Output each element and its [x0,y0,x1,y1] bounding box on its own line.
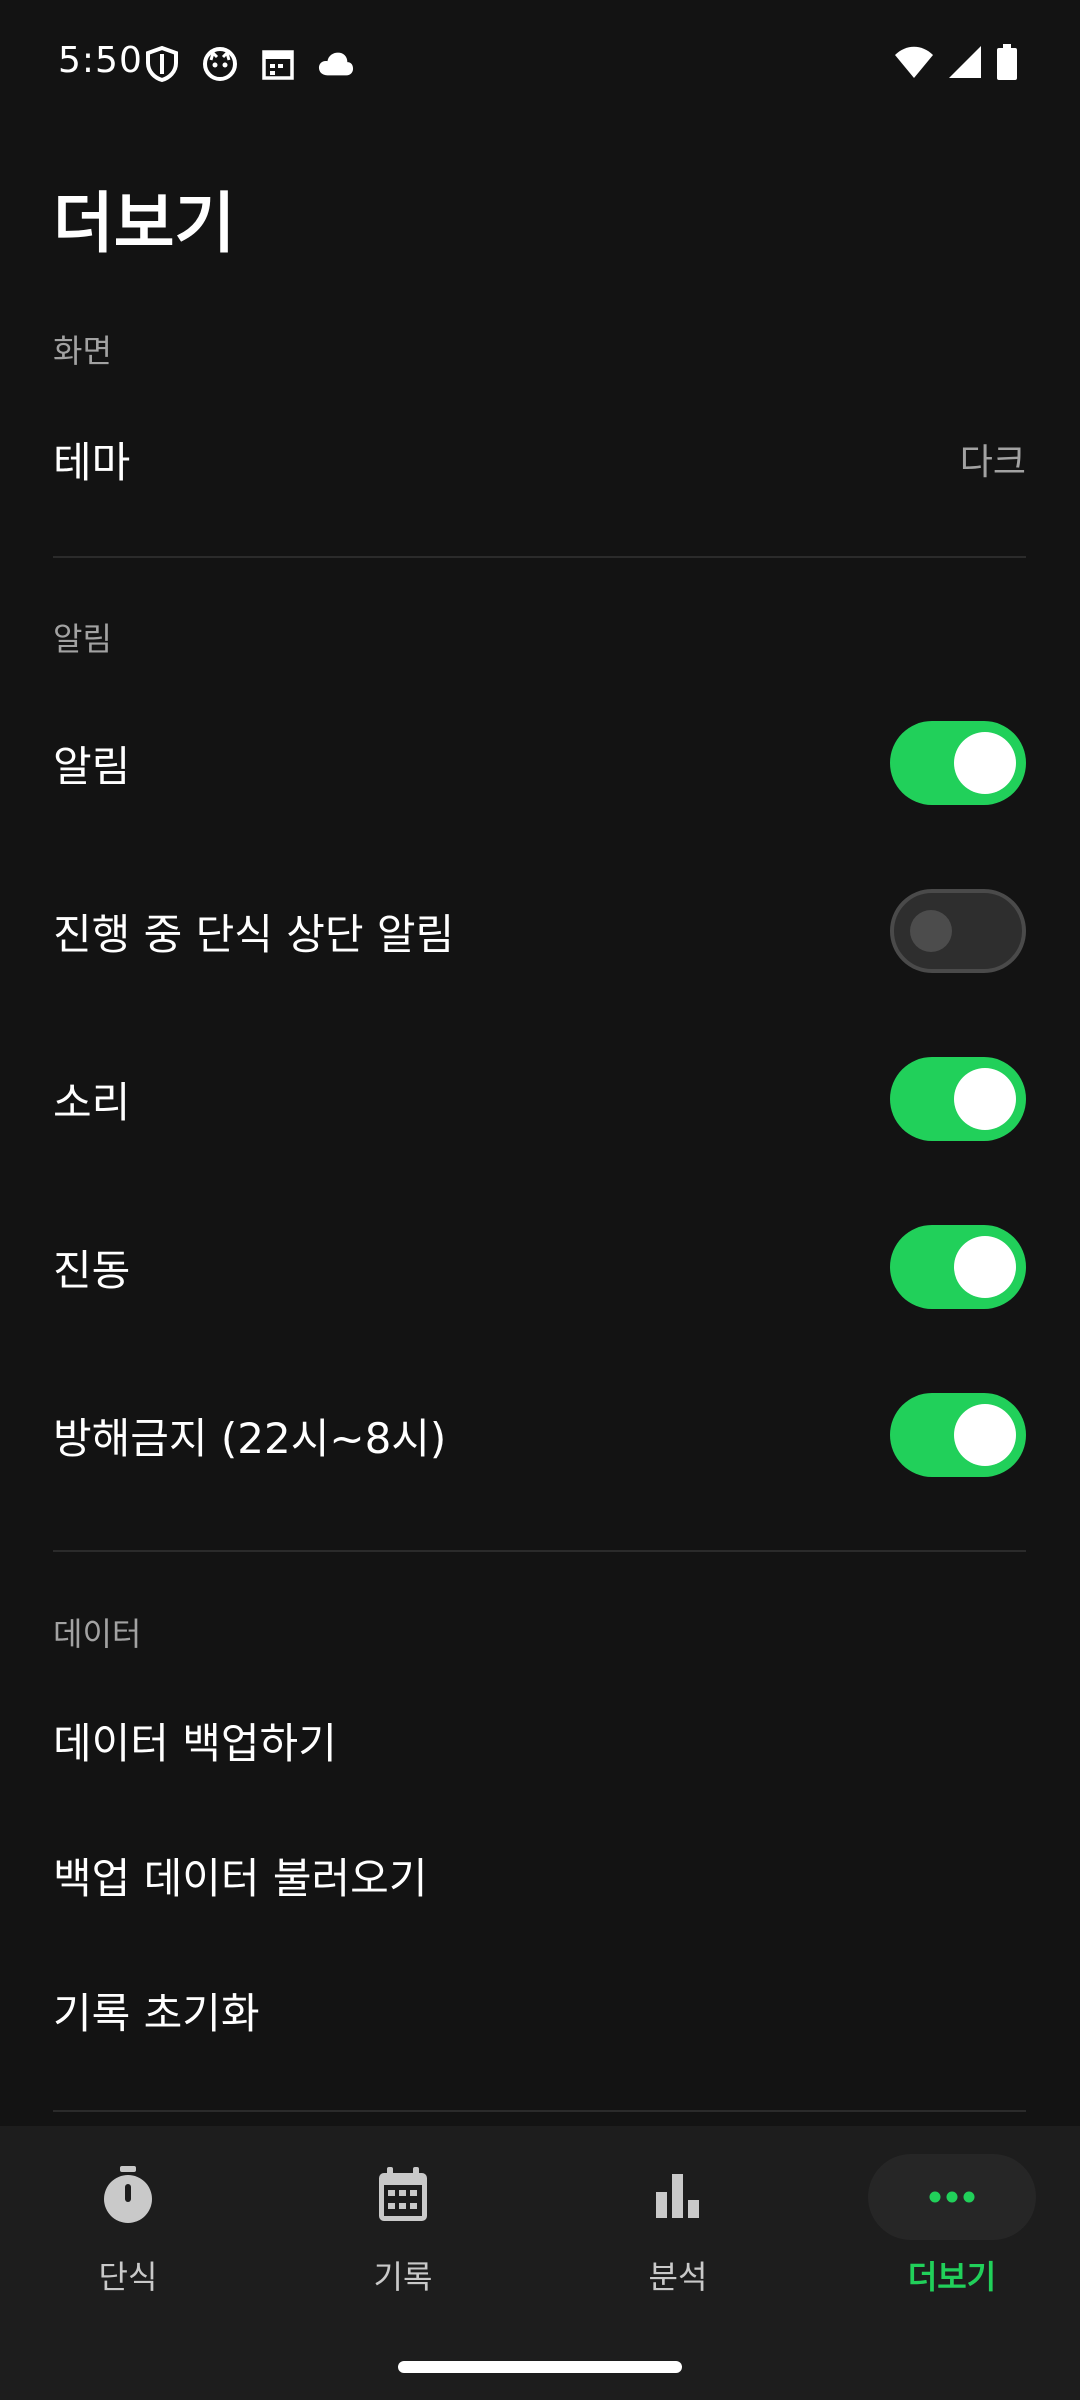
theme-value: 다크 [959,442,1026,483]
signal-icon [948,45,982,83]
backup-data-row[interactable]: 데이터 백업하기 [53,1680,1026,1800]
nav-label: 분석 [648,2258,708,2296]
notification-toggle[interactable] [890,721,1026,805]
reset-records-row[interactable]: 기록 초기화 [53,1950,1026,2070]
ongoing-fast-notification-label: 진행 중 단식 상단 알림 [53,909,455,959]
nav-label: 단식 [98,2258,158,2296]
nav-icon-container [594,2154,762,2240]
battery-icon [996,44,1018,84]
vibration-toggle-row[interactable]: 진동 [53,1207,1026,1327]
nav-item-fasting[interactable]: 단식 [38,2154,218,2314]
calendar-icon [377,2167,429,2227]
do-not-disturb-label: 방해금지 (22시~8시) [53,1413,447,1463]
nav-label: 기록 [373,2258,433,2296]
toggle-knob [954,1404,1016,1466]
status-bar: 5:50 [0,0,1080,130]
toggle-knob [954,1068,1016,1130]
wifi-icon [894,45,934,83]
section-header-data: 데이터 [53,1615,142,1653]
shield-icon [144,46,180,82]
calendar-icon [260,46,296,82]
nav-icon-container [319,2154,487,2240]
more-dots-icon [929,2188,975,2207]
bottom-navigation: 단식 기록 분석 더보기 [0,2126,1080,2400]
theme-label: 테마 [53,437,131,487]
reset-records-label: 기록 초기화 [53,1988,260,2038]
divider [53,1550,1026,1552]
nav-icon-container [44,2154,212,2240]
status-icons-right [894,44,1018,84]
status-time: 5:50 [58,40,143,81]
page-title: 더보기 [53,185,236,262]
cat-face-icon [202,46,238,82]
nav-item-analysis[interactable]: 분석 [588,2154,768,2314]
vibration-toggle[interactable] [890,1225,1026,1309]
do-not-disturb-toggle[interactable] [890,1393,1026,1477]
section-header-notifications: 알림 [53,620,112,658]
sound-label: 소리 [53,1077,131,1127]
nav-icon-container [868,2154,1036,2240]
section-header-display: 화면 [53,332,112,370]
theme-setting-row[interactable]: 테마 다크 [53,399,1026,519]
toggle-knob [954,1236,1016,1298]
nav-label: 더보기 [907,2258,997,2296]
divider [53,2110,1026,2112]
nav-item-more[interactable]: 더보기 [862,2154,1042,2314]
notification-label: 알림 [53,741,131,791]
backup-data-label: 데이터 백업하기 [53,1718,337,1768]
toggle-knob [910,910,952,952]
ongoing-fast-notification-row[interactable]: 진행 중 단식 상단 알림 [53,871,1026,991]
stopwatch-icon [101,2166,155,2228]
restore-backup-label: 백업 데이터 불러오기 [53,1853,428,1903]
ongoing-fast-notification-toggle[interactable] [890,889,1026,973]
do-not-disturb-toggle-row[interactable]: 방해금지 (22시~8시) [53,1375,1026,1495]
restore-backup-row[interactable]: 백업 데이터 불러오기 [53,1815,1026,1935]
nav-item-records[interactable]: 기록 [313,2154,493,2314]
sound-toggle-row[interactable]: 소리 [53,1039,1026,1159]
notification-toggle-row[interactable]: 알림 [53,703,1026,823]
divider [53,556,1026,558]
sound-toggle[interactable] [890,1057,1026,1141]
bar-chart-icon [654,2172,702,2222]
home-indicator[interactable] [398,2361,682,2373]
status-icons-left [144,46,354,82]
vibration-label: 진동 [53,1245,131,1295]
toggle-knob [954,732,1016,794]
more-screen: 5:50 더보기 화면 테마 다크 알림 알림 진행 중 단식 상단 알림 소리… [0,0,1080,2400]
cloud-icon [318,46,354,82]
